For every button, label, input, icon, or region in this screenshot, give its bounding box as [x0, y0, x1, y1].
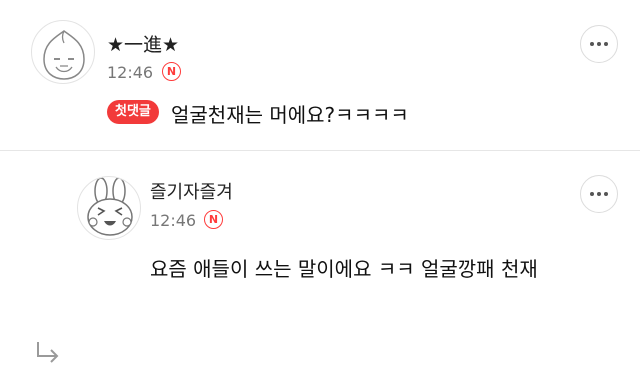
- more-options-button[interactable]: [580, 175, 618, 213]
- reply-body: 즐기자즐겨 12:46 N 요즘 애들이 쓰는 말이에요 ㅋㅋ 얼굴깡패 천재: [0, 0, 640, 281]
- author-name[interactable]: 즐기자즐겨: [150, 178, 233, 204]
- rabbit-character-icon: [87, 177, 133, 236]
- reply-arrow-icon: [37, 342, 59, 363]
- timestamp: 12:46: [150, 211, 197, 230]
- avatar[interactable]: [77, 176, 141, 240]
- comment-text: 요즘 애들이 쓰는 말이에요 ㅋㅋ 얼굴깡패 천재: [150, 257, 538, 281]
- more-dots-icon: [590, 192, 608, 196]
- new-badge: N: [204, 210, 223, 229]
